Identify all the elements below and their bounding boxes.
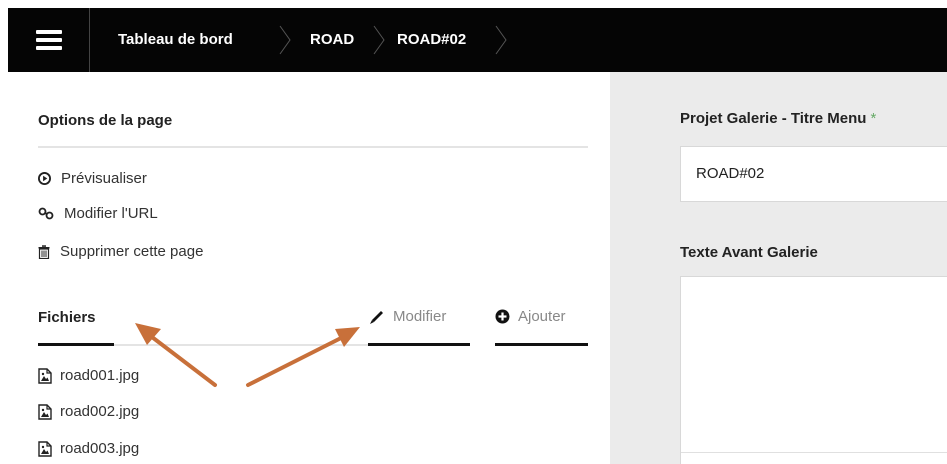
delete-page-label: Supprimer cette page [60,243,204,260]
hamburger-menu-button[interactable] [8,8,90,72]
menu-title-input[interactable]: ROAD#02 [680,146,947,202]
image-file-icon [38,403,52,420]
page-form-panel: Projet Galerie - Titre Menu * ROAD#02 Tex… [610,72,947,464]
breadcrumb-dashboard[interactable]: Tableau de bord [118,8,233,72]
hamburger-icon [8,8,90,72]
edit-files-button[interactable]: Modifier [368,308,446,325]
page-options-title: Options de la page [38,112,173,129]
file-item[interactable]: road003.jpg [38,440,139,457]
pencil-icon [370,311,383,324]
required-marker: * [870,110,877,127]
files-tab-underline [38,343,114,346]
breadcrumb-separator-icon [279,25,291,55]
file-name: road001.jpg [60,367,140,384]
text-before-gallery-editor[interactable] [680,276,947,464]
file-name: road003.jpg [60,440,140,457]
files-title: Fichiers [38,309,96,326]
play-circle-icon [38,172,51,185]
add-file-button[interactable]: Ajouter [495,308,566,325]
top-bar: Tableau de bord ROAD ROAD#02 [8,8,947,72]
preview-label: Prévisualiser [61,170,147,187]
breadcrumb-road[interactable]: ROAD [310,8,354,72]
edit-url-label: Modifier l'URL [64,205,158,222]
menu-title-label: Projet Galerie - Titre Menu * [680,110,876,127]
breadcrumb-separator-icon [373,25,385,55]
plus-circle-icon [495,309,510,324]
menu-title-label-text: Projet Galerie - Titre Menu [680,110,867,127]
file-item[interactable]: road001.jpg [38,367,139,384]
image-file-icon [38,367,52,384]
divider [38,146,588,148]
add-tab-underline [495,343,588,346]
breadcrumb-road02[interactable]: ROAD#02 [397,8,466,72]
page-options-panel: Options de la page Prévisualiser Modifie… [8,72,610,464]
delete-page-action[interactable]: Supprimer cette page [38,243,203,260]
file-name: road002.jpg [60,403,140,420]
image-file-icon [38,440,52,457]
edit-files-label: Modifier [393,308,447,325]
preview-action[interactable]: Prévisualiser [38,170,147,187]
breadcrumb-separator-icon [495,25,507,55]
divider [114,344,368,346]
trash-icon [38,244,50,259]
edit-tab-underline [368,343,470,346]
editor-footer [681,452,947,453]
edit-url-action[interactable]: Modifier l'URL [38,205,158,222]
file-item[interactable]: road002.jpg [38,403,139,420]
text-before-gallery-label: Texte Avant Galerie [680,244,818,261]
menu-title-value: ROAD#02 [696,165,765,182]
link-icon [38,207,54,220]
add-file-label: Ajouter [518,308,566,325]
